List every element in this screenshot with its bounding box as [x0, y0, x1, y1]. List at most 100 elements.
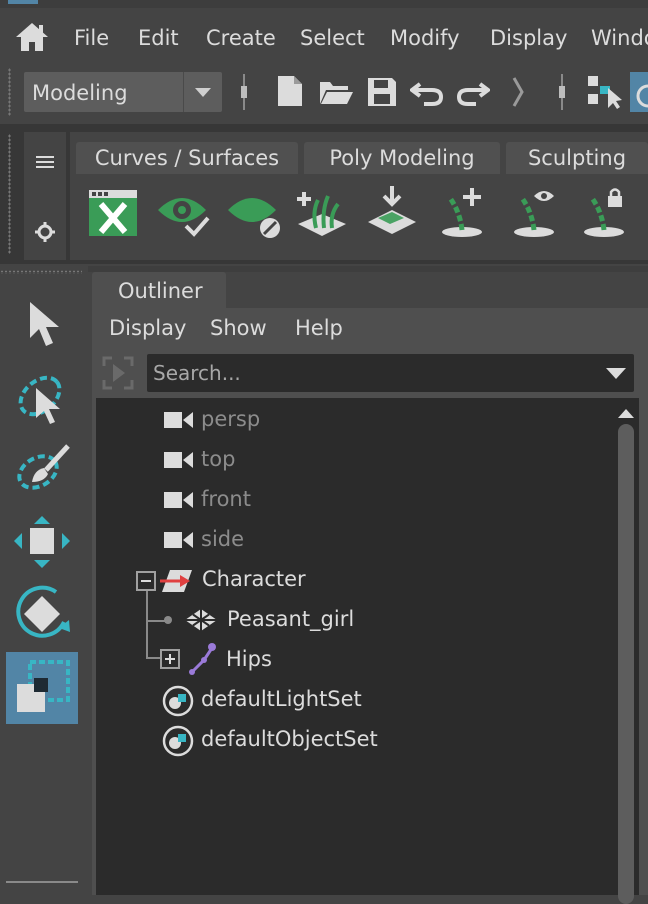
joint-icon: [188, 642, 218, 680]
show-guides-icon[interactable]: [508, 184, 564, 244]
menu-select[interactable]: Select: [300, 26, 365, 50]
shelf-tab-sculpting[interactable]: Sculpting: [506, 142, 648, 174]
shelf-tab-label: Curves / Surfaces: [94, 146, 280, 170]
scale-icon: [14, 660, 70, 720]
chevron-down-icon: [183, 72, 222, 112]
main-menu-bar: File Edit Create Select Modify Display W…: [0, 8, 648, 64]
select-object-mode-icon[interactable]: [630, 72, 648, 112]
outliner-item-label: top: [201, 447, 236, 471]
outliner-item-label: persp: [201, 407, 261, 431]
new-scene-icon[interactable]: [276, 74, 304, 112]
list-item[interactable]: defaultLightSet: [96, 680, 613, 720]
move-arrows-icon: [12, 514, 72, 574]
list-item[interactable]: Character: [96, 560, 613, 600]
toolbox-divider: [6, 881, 78, 883]
list-item[interactable]: persp: [96, 400, 613, 440]
collapse-arrow-icon[interactable]: [512, 74, 524, 114]
search-input[interactable]: [147, 354, 634, 392]
list-item[interactable]: Hips: [96, 640, 613, 680]
scrollbar-thumb[interactable]: [618, 424, 634, 904]
open-scene-icon[interactable]: [318, 78, 354, 110]
menu-windows[interactable]: Windo: [591, 26, 648, 50]
outliner-item-label: front: [201, 487, 251, 511]
hide-visibility-icon[interactable]: [226, 190, 282, 244]
separator-handle-icon-2[interactable]: [558, 74, 568, 114]
expand-toggle-icon[interactable]: [160, 649, 180, 673]
status-line: Modeling: [0, 64, 648, 124]
undo-icon[interactable]: [408, 78, 444, 110]
outliner-item-label: side: [201, 527, 245, 551]
scroll-up-arrow-icon[interactable]: [617, 404, 635, 423]
lock-guides-icon[interactable]: [578, 184, 634, 244]
outliner-item-label: Character: [202, 567, 306, 591]
filter-options-icon[interactable]: [102, 356, 134, 394]
show-visibility-eye-icon[interactable]: [156, 190, 212, 244]
set-icon: [162, 685, 194, 721]
lasso-tool[interactable]: [6, 360, 78, 432]
scale-tool[interactable]: [6, 652, 78, 724]
camera-icon: [164, 450, 194, 474]
paint-brush-select-icon: [14, 442, 70, 502]
shelf-settings-gear-icon[interactable]: [35, 222, 55, 246]
shelf-tab-poly-modeling[interactable]: Poly Modeling: [304, 142, 500, 174]
add-guide-icon[interactable]: [436, 184, 492, 244]
shelf-tab-label: Sculpting: [527, 146, 627, 170]
select-tool[interactable]: [6, 288, 78, 360]
title-strip: [0, 0, 648, 8]
shelf-grip[interactable]: [8, 134, 11, 254]
shelf-tab-label: Poly Modeling: [329, 146, 475, 170]
menu-set-dropdown[interactable]: Modeling: [24, 72, 222, 112]
redo-icon[interactable]: [456, 78, 492, 110]
outliner-tab-label: Outliner: [118, 279, 203, 303]
tab-outliner[interactable]: Outliner: [92, 272, 226, 308]
statusline-grip[interactable]: [8, 68, 11, 116]
search-dropdown-chevron-icon[interactable]: [604, 365, 628, 385]
separator-handle-icon[interactable]: [240, 74, 250, 114]
outliner-body: Display Show Help persp top: [92, 308, 648, 904]
shelf-content: Curves / Surfaces Poly Modeling Sculptin…: [24, 132, 648, 260]
save-scene-icon[interactable]: [366, 76, 398, 112]
menu-file[interactable]: File: [74, 26, 109, 50]
list-item[interactable]: front: [96, 480, 613, 520]
shelf-tab-curves-surfaces[interactable]: Curves / Surfaces: [76, 142, 298, 174]
camera-icon: [164, 530, 194, 554]
select-hierarchy-icon[interactable]: [586, 74, 624, 114]
outliner-panel: Outliner Display Show Help persp: [88, 266, 648, 904]
toolbox: [0, 266, 88, 895]
app-logo: [8, 0, 38, 4]
lasso-select-icon: [14, 370, 70, 430]
delete-history-icon[interactable]: [88, 186, 138, 242]
list-item[interactable]: side: [96, 520, 613, 560]
menu-display[interactable]: Display: [490, 26, 567, 50]
home-icon[interactable]: [14, 21, 50, 57]
tree-node-dot: [164, 616, 172, 624]
move-tool[interactable]: [6, 504, 78, 576]
outliner-item-label: defaultLightSet: [201, 687, 362, 711]
outliner-item-label: Peasant_girl: [227, 607, 355, 631]
outliner-tree[interactable]: persp top front side Character Peasant_g…: [96, 398, 613, 895]
menu-modify[interactable]: Modify: [390, 26, 460, 50]
paint-hair-icon[interactable]: [364, 184, 420, 244]
list-item[interactable]: top: [96, 440, 613, 480]
shelf-menu-icon[interactable]: [36, 154, 54, 174]
toolbox-grip[interactable]: [0, 270, 82, 274]
rotate-tool[interactable]: [6, 576, 78, 648]
outliner-menu-display[interactable]: Display: [109, 316, 186, 340]
menu-edit[interactable]: Edit: [138, 26, 179, 50]
arrow-cursor-icon: [26, 300, 62, 352]
list-item[interactable]: Peasant_girl: [96, 600, 613, 640]
outliner-item-label: defaultObjectSet: [201, 727, 378, 751]
list-item[interactable]: defaultObjectSet: [96, 720, 613, 760]
outliner-item-label: Hips: [226, 647, 272, 671]
camera-icon: [164, 410, 194, 434]
add-hair-icon[interactable]: [294, 184, 350, 244]
outliner-menu-help[interactable]: Help: [295, 316, 343, 340]
menu-create[interactable]: Create: [206, 26, 276, 50]
set-icon: [162, 725, 194, 761]
paint-select-tool[interactable]: [6, 432, 78, 504]
menu-set-value: Modeling: [32, 81, 128, 105]
shelf: Curves / Surfaces Poly Modeling Sculptin…: [0, 124, 648, 264]
outliner-scrollbar[interactable]: [613, 398, 639, 904]
outliner-menu-show[interactable]: Show: [210, 316, 267, 340]
mesh-icon: [184, 608, 218, 636]
